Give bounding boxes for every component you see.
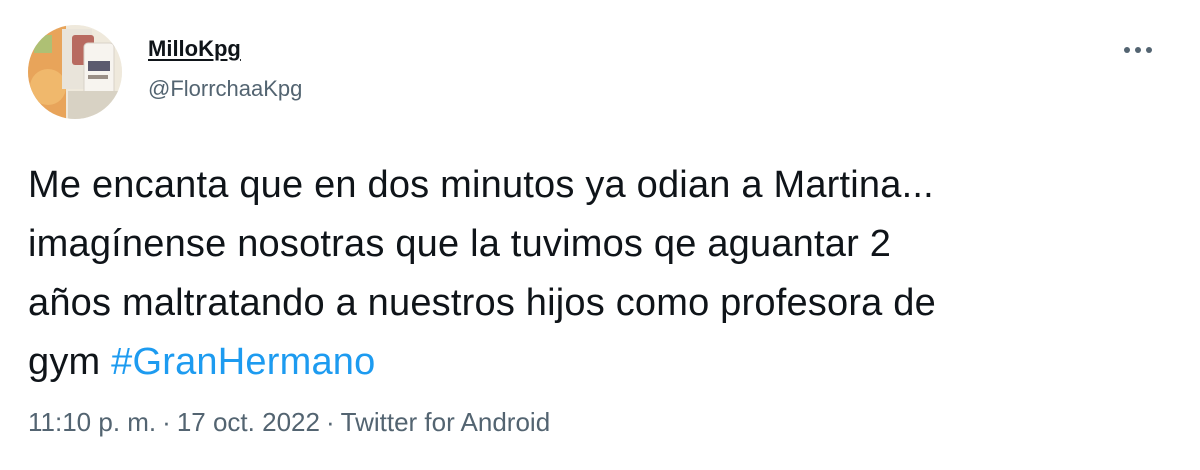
tweet-time[interactable]: 11:10 p. m.: [28, 407, 156, 437]
avatar[interactable]: [28, 25, 122, 119]
tweet-card: MilloKpg @FlorrchaaKpg Me encanta que en…: [0, 0, 1200, 470]
user-display-name[interactable]: MilloKpg: [148, 36, 241, 62]
more-options-button[interactable]: [1118, 36, 1158, 64]
user-handle: @FlorrchaaKpg: [148, 76, 303, 101]
separator: ·: [162, 407, 171, 437]
tweet-source[interactable]: Twitter for Android: [341, 407, 551, 437]
tweet-date[interactable]: 17 oct. 2022: [177, 407, 320, 437]
tweet-text-line: Me encanta que en dos minutos ya odian a…: [28, 164, 934, 206]
separator: ·: [325, 407, 335, 437]
tweet-text-line: imagínense nosotras que la tuvimos qe ag…: [28, 223, 892, 265]
tweet-text-line: gym: [28, 341, 101, 383]
tweet-text-line: años maltratando a nuestros hijos como p…: [28, 282, 936, 324]
tweet-text: Me encanta que en dos minutos ya odian a…: [28, 156, 1158, 392]
more-horizontal-icon: [1124, 47, 1152, 53]
tweet-metadata: 11:10 p. m. · 17 oct. 2022 · Twitter for And…: [28, 407, 550, 438]
hashtag-link[interactable]: #GranHermano: [111, 341, 375, 383]
avatar-image: [28, 25, 122, 119]
